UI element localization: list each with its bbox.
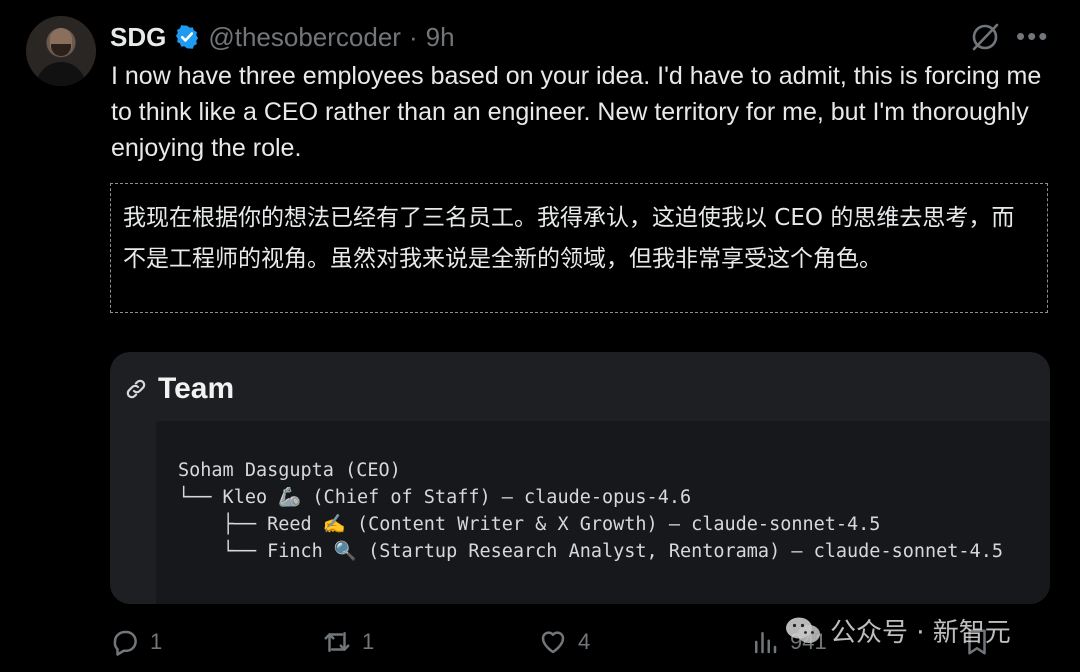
repost-button[interactable]: 1 (322, 622, 374, 662)
team-card[interactable]: Team Soham Dasgupta (CEO) └── Kleo 🦾 (Ch… (110, 352, 1050, 604)
wechat-icon (786, 617, 820, 643)
tweet-time[interactable]: 9h (426, 22, 455, 53)
grok-icon[interactable] (968, 20, 1002, 54)
more-icon[interactable]: ••• (1016, 23, 1050, 49)
team-tree-line-ceo: Soham Dasgupta (CEO) (178, 460, 401, 481)
team-tree-line-reed: ├── Reed ✍️ (Content Writer & X Growth) … (178, 514, 881, 535)
team-tree-line-finch: └── Finch 🔍 (Startup Research Analyst, R… (178, 541, 1003, 562)
author-handle[interactable]: @thesobercoder (208, 22, 401, 53)
team-tree-code-block: Soham Dasgupta (CEO) └── Kleo 🦾 (Chief o… (156, 421, 1050, 604)
card-title-row: Team (124, 372, 234, 406)
like-count: 4 (578, 629, 591, 654)
author-avatar[interactable] (26, 16, 96, 86)
card-title: Team (158, 372, 235, 405)
wechat-watermark: 公众号 · 新智元 (784, 612, 1011, 649)
reply-button[interactable]: 1 (110, 622, 162, 662)
team-tree-line-kleo: └── Kleo 🦾 (Chief of Staff) — claude-opu… (178, 487, 692, 508)
translation-box: 我现在根据你的想法已经有了三名员工。我得承认，这迫使我以 CEO 的思维去思考，… (110, 183, 1048, 313)
reply-count: 1 (150, 629, 163, 654)
header-separator: · (408, 21, 418, 52)
repost-icon (324, 632, 350, 652)
reply-icon (113, 630, 137, 656)
views-icon (755, 632, 777, 654)
link-icon (126, 379, 146, 399)
watermark-text: 公众号 · 新智元 (830, 618, 1011, 648)
author-name[interactable]: SDG (110, 22, 166, 53)
tweet-header: SDG @thesobercoder · 9h (110, 20, 455, 54)
repost-count: 1 (362, 629, 375, 654)
like-button[interactable]: 4 (538, 622, 590, 662)
verified-badge-icon (176, 25, 199, 49)
tweet-text: I now have three employees based on your… (111, 62, 1042, 162)
avatar-shoulders (36, 62, 86, 86)
like-icon (541, 631, 565, 654)
